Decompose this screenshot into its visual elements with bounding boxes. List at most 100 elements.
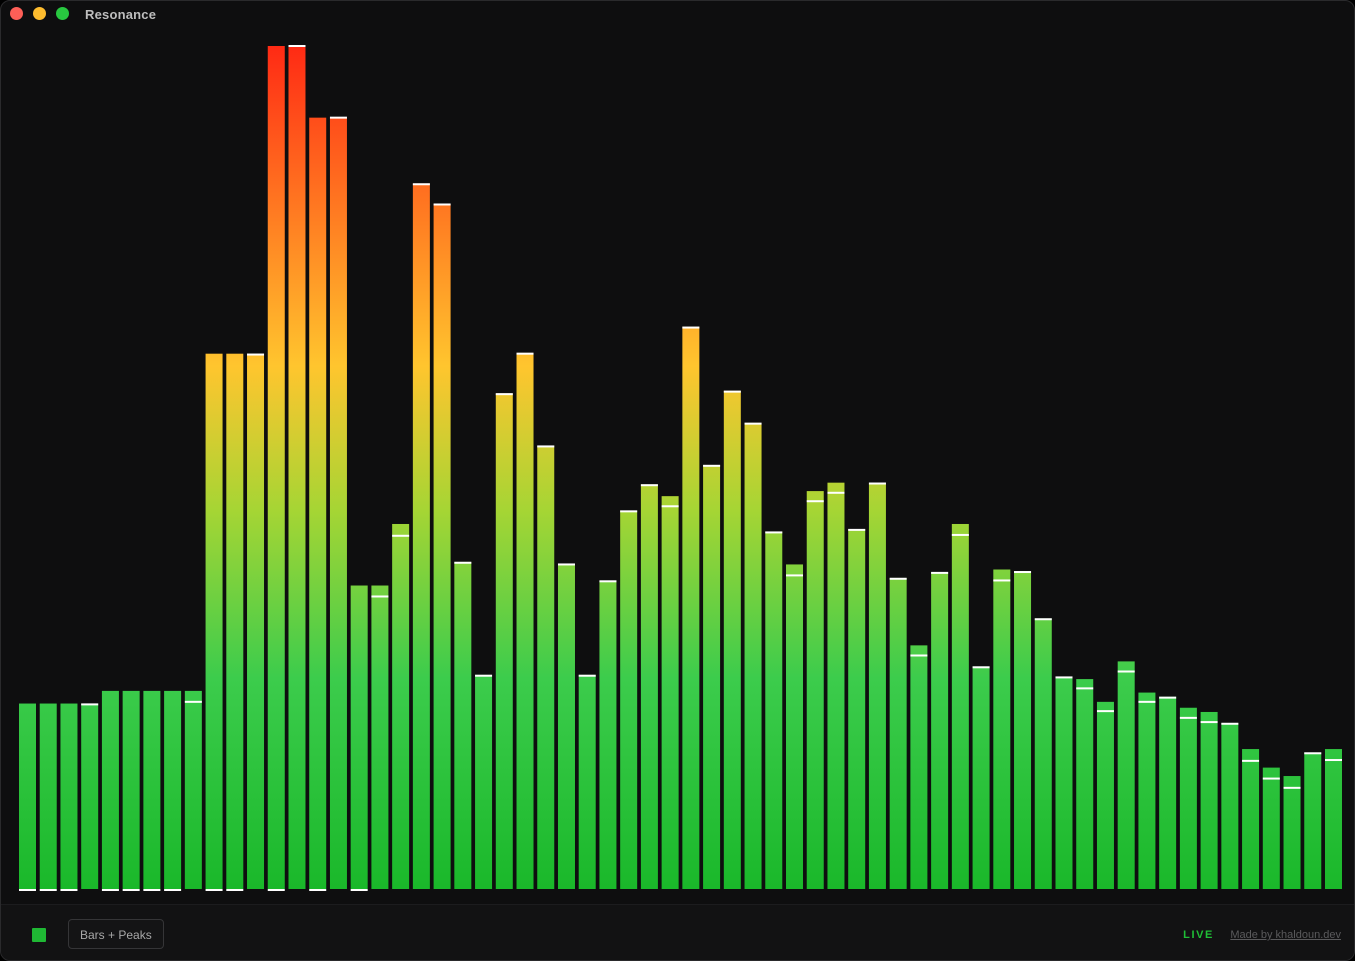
spectrum-bar [205, 353, 223, 889]
peak-marker [682, 326, 700, 329]
spectrum-bar [39, 703, 57, 889]
app-window: Resonance Bars + Peaks LIVE Made by khal… [0, 0, 1355, 961]
spectrum-bar [661, 496, 679, 889]
visual-mode-button[interactable]: Bars + Peaks [68, 919, 164, 949]
peak-marker [744, 422, 762, 425]
spectrum-bar [806, 491, 824, 889]
app-title: Resonance [85, 7, 157, 22]
spectrum-bar [1055, 676, 1073, 889]
peak-marker [1283, 786, 1301, 789]
peak-marker [101, 889, 119, 891]
peak-marker [993, 579, 1011, 582]
spectrum-bar [495, 393, 513, 889]
peak-marker [931, 571, 949, 574]
peak-marker [806, 500, 824, 503]
spectrum-bar [226, 353, 244, 889]
spectrum-bar [1304, 752, 1322, 889]
peak-marker [786, 574, 804, 577]
spectrum-bar [931, 572, 949, 889]
peak-marker [972, 666, 990, 669]
peak-marker [1014, 571, 1032, 574]
peak-marker [1076, 687, 1094, 690]
spectrum-bar [537, 445, 555, 889]
peak-marker [60, 889, 78, 891]
peak-marker [578, 674, 596, 677]
peak-marker [392, 534, 410, 537]
peak-marker [164, 889, 182, 891]
peak-marker [1262, 777, 1280, 780]
peak-marker [703, 464, 721, 467]
peak-marker [205, 889, 223, 891]
spectrum-bar [1179, 707, 1197, 889]
spectrum-bar [329, 117, 347, 889]
spectrum-chart [19, 45, 1342, 891]
spectrum-bar [765, 531, 783, 889]
spectrum-bar [1117, 661, 1135, 889]
peak-marker [1055, 676, 1073, 679]
peak-marker [226, 889, 244, 891]
spectrum-bar [19, 703, 36, 889]
peak-marker [537, 445, 555, 448]
peak-marker [329, 116, 347, 119]
spectrum-bar [1076, 679, 1094, 889]
title-bar: Resonance [1, 1, 1354, 29]
spectrum-bar [184, 690, 202, 889]
peak-marker [1304, 752, 1322, 755]
spectrum-bar [371, 585, 389, 889]
peak-marker [1221, 722, 1239, 725]
spectrum-bar [1034, 618, 1052, 889]
spectrum-bar [868, 482, 886, 889]
zoom-window-button[interactable] [56, 7, 69, 20]
peak-marker [910, 654, 928, 657]
spectrum-bar [475, 674, 493, 889]
spectrum-bar [620, 510, 638, 889]
peak-marker [247, 353, 265, 356]
spectrum-bar [412, 183, 430, 889]
peak-marker [557, 563, 575, 566]
spectrum-bar [516, 352, 534, 890]
peak-marker [288, 45, 306, 47]
spectrum-bar [143, 690, 161, 889]
spectrum-bar [101, 690, 119, 889]
peak-marker [309, 889, 327, 891]
minimize-window-button[interactable] [33, 7, 46, 20]
spectrum-bar [1262, 767, 1280, 889]
peak-marker [723, 390, 741, 393]
peak-marker [1242, 759, 1260, 762]
spectrum-visualizer [1, 29, 1354, 903]
spectrum-bar [1014, 571, 1032, 889]
spectrum-bars [19, 46, 1342, 890]
spectrum-bar [1138, 692, 1156, 889]
peak-marker [267, 889, 285, 891]
spectrum-bar [827, 482, 845, 889]
spectrum-bar [703, 464, 721, 889]
peak-marker [620, 510, 638, 513]
peak-marker [640, 484, 658, 487]
spectrum-bar [1096, 701, 1114, 889]
peak-marker [599, 580, 617, 583]
spectrum-bar [1324, 749, 1342, 889]
spectrum-bar [848, 529, 866, 889]
spectrum-bar [350, 585, 368, 889]
peak-marker [516, 352, 534, 355]
live-status-indicator: LIVE [1183, 929, 1214, 941]
peak-marker [848, 528, 866, 531]
peak-marker [433, 203, 451, 206]
peak-marker [39, 889, 57, 891]
peak-marker [475, 674, 493, 677]
color-swatch-button[interactable] [32, 928, 46, 942]
close-window-button[interactable] [10, 7, 23, 20]
peak-marker [661, 505, 679, 508]
spectrum-bar [309, 117, 327, 889]
peak-marker [889, 577, 907, 580]
peak-marker [412, 183, 430, 186]
peak-marker [1096, 710, 1114, 713]
spectrum-bar [433, 203, 451, 889]
spectrum-bar [164, 690, 182, 889]
credit-link[interactable]: Made by khaldoun.dev [1230, 929, 1341, 941]
peak-marker [1179, 716, 1197, 719]
peak-marker [827, 491, 845, 494]
spectrum-bar [786, 564, 804, 889]
peak-marker [1200, 721, 1218, 724]
spectrum-bar [1221, 722, 1239, 889]
